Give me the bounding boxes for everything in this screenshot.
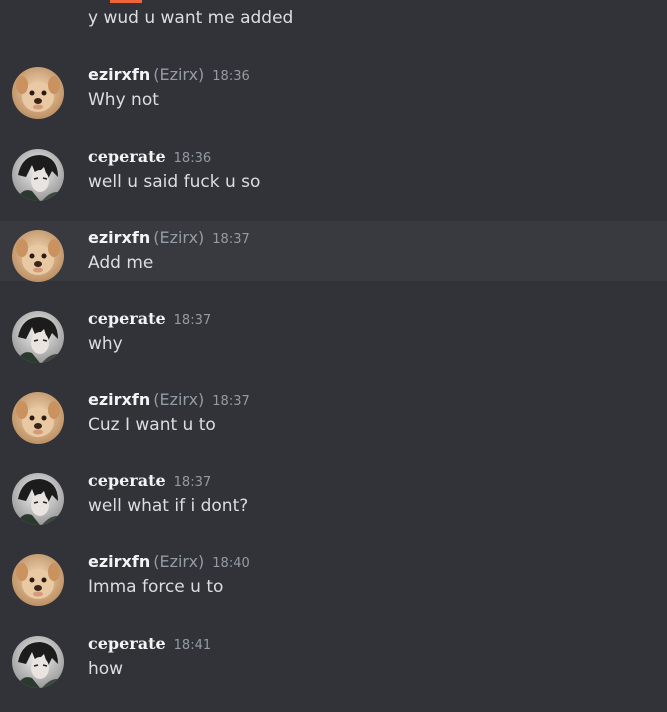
message-text: Cuz I want u to (88, 415, 216, 435)
nickname: (Ezirx) (153, 390, 205, 409)
username[interactable]: ceperate (88, 147, 166, 166)
timestamp: 18:36 (212, 69, 250, 84)
message-item[interactable]: ceperate 18:36 well u said fuck u so (0, 140, 667, 201)
message-text: why (88, 334, 123, 354)
username[interactable]: ceperate (88, 471, 166, 490)
timestamp: 18:37 (173, 313, 212, 328)
anime-avatar-icon (12, 149, 64, 201)
message-text: Add me (88, 253, 154, 273)
timestamp: 18:37 (173, 475, 212, 490)
timestamp: 18:40 (212, 556, 250, 571)
timestamp: 18:37 (212, 232, 250, 247)
username[interactable]: ezirxfn (88, 390, 150, 409)
username[interactable]: ceperate (88, 309, 166, 328)
timestamp: 18:41 (173, 638, 212, 653)
dog-avatar-icon (12, 392, 64, 444)
username[interactable]: ceperate (88, 634, 166, 653)
username[interactable]: ezirxfn (88, 65, 150, 84)
message-text: how (88, 659, 124, 679)
nickname: (Ezirx) (153, 552, 205, 571)
dog-avatar-icon (12, 554, 64, 606)
chat-messages: y wud u want me added ezirxfn (Ezirx) 18:3… (0, 0, 667, 712)
message-item[interactable]: ceperate 18:41 how (0, 627, 667, 688)
message-item[interactable]: ceperate 18:37 well what if i dont? (0, 464, 667, 525)
message-item[interactable]: ezirxfn (Ezirx) 18:37 Add me (0, 221, 667, 282)
timestamp: 18:36 (173, 151, 212, 166)
message-text: well u said fuck u so (88, 172, 261, 192)
avatar-ceperate[interactable] (12, 311, 64, 363)
message-text: Imma force u to (88, 577, 224, 597)
avatar-ceperate[interactable] (12, 636, 64, 688)
dog-avatar-icon (12, 230, 64, 282)
avatar-ceperate[interactable] (12, 149, 64, 201)
username[interactable]: ezirxfn (88, 228, 150, 247)
anime-avatar-icon (12, 311, 64, 363)
avatar-ezirxfn[interactable] (12, 230, 64, 282)
username[interactable]: ezirxfn (88, 552, 150, 571)
previous-message-text[interactable]: y wud u want me added (88, 8, 293, 28)
message-item[interactable]: ezirxfn (Ezirx) 18:37 Cuz I want u to (0, 383, 667, 444)
message-text: well what if i dont? (88, 496, 249, 516)
message-item[interactable]: ceperate 18:37 why (0, 302, 667, 363)
anime-avatar-icon (12, 473, 64, 525)
anime-avatar-icon (12, 636, 64, 688)
avatar-ceperate[interactable] (12, 473, 64, 525)
avatar-ezirxfn[interactable] (12, 392, 64, 444)
message-item[interactable]: ezirxfn (Ezirx) 18:36 Why not (0, 58, 667, 119)
timestamp: 18:37 (212, 394, 250, 409)
dog-avatar-icon (12, 67, 64, 119)
nickname: (Ezirx) (153, 228, 205, 247)
avatar-ezirxfn[interactable] (12, 67, 64, 119)
message-item[interactable]: ezirxfn (Ezirx) 18:40 Imma force u to (0, 545, 667, 606)
message-text: Why not (88, 90, 159, 110)
nickname: (Ezirx) (153, 65, 205, 84)
unread-indicator (110, 0, 142, 3)
avatar-ezirxfn[interactable] (12, 554, 64, 606)
